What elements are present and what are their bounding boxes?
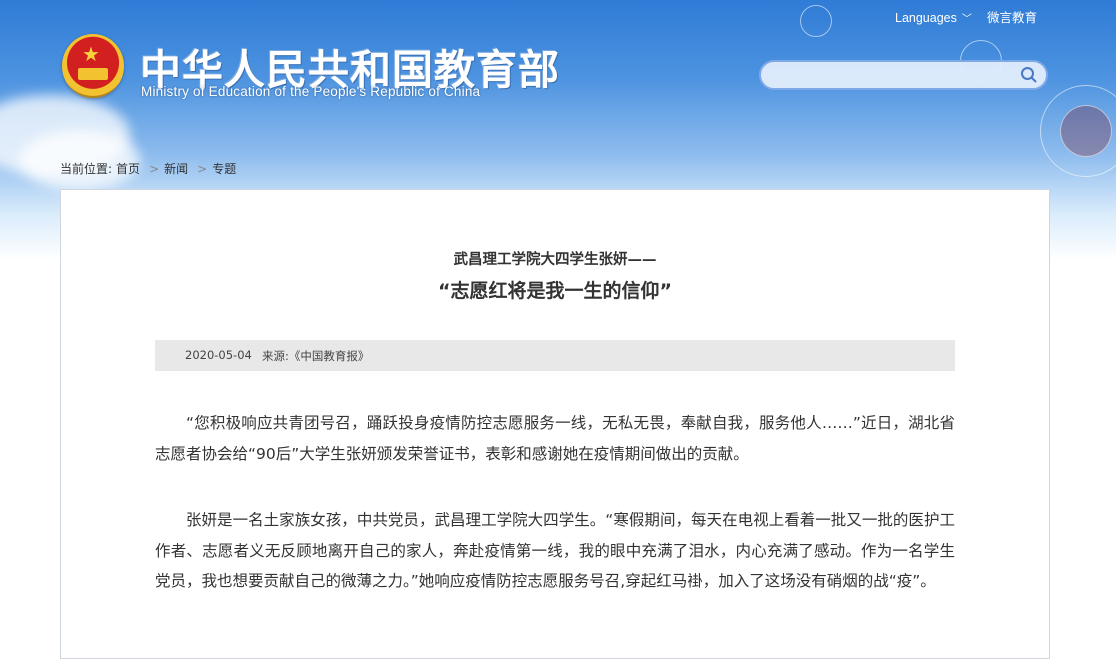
article-paragraph: 张妍是一名土家族女孩，中共党员，武昌理工学院大四学生。“寒假期间，每天在电视上看…	[155, 511, 955, 590]
site-subtitle: Ministry of Education of the People's Re…	[141, 84, 481, 99]
search-input[interactable]	[775, 67, 1019, 87]
chevron-right-icon: >	[149, 162, 160, 176]
dandelion-decoration	[1060, 105, 1112, 157]
article-source: 来源:《中国教育报》	[262, 349, 370, 363]
weiyan-link[interactable]: 微言教育	[987, 7, 1037, 26]
search-icon[interactable]	[1020, 66, 1038, 84]
article-container: 武昌理工学院大四学生张妍—— “志愿红将是我一生的信仰” 2020-05-04 …	[60, 189, 1050, 659]
article-paragraph: “您积极响应共青团号召，踊跃投身疫情防控志愿服务一线，无私无畏，奉献自我，服务他…	[155, 414, 955, 463]
article-subtitle: 武昌理工学院大四学生张妍——	[453, 252, 657, 268]
breadcrumb: 当前位置: 首页 > 新闻 > 专题	[60, 160, 240, 177]
languages-label: Languages	[895, 11, 957, 25]
article-title: “志愿红将是我一生的信仰”	[438, 280, 672, 302]
article-meta-bar: 2020-05-04 来源:《中国教育报》	[155, 340, 955, 371]
breadcrumb-news[interactable]: 新闻	[164, 162, 188, 176]
article-date: 2020-05-04	[185, 348, 252, 362]
search-box[interactable]	[759, 60, 1048, 90]
dandelion-decoration	[800, 5, 832, 37]
chevron-right-icon: >	[197, 162, 208, 176]
languages-dropdown[interactable]: Languages ﹀	[895, 10, 972, 25]
breadcrumb-prefix: 当前位置:	[60, 162, 113, 176]
breadcrumb-home[interactable]: 首页	[116, 162, 140, 176]
chevron-down-icon: ﹀	[961, 14, 972, 25]
national-emblem-icon[interactable]: ★	[62, 34, 124, 98]
breadcrumb-topic[interactable]: 专题	[212, 162, 236, 176]
